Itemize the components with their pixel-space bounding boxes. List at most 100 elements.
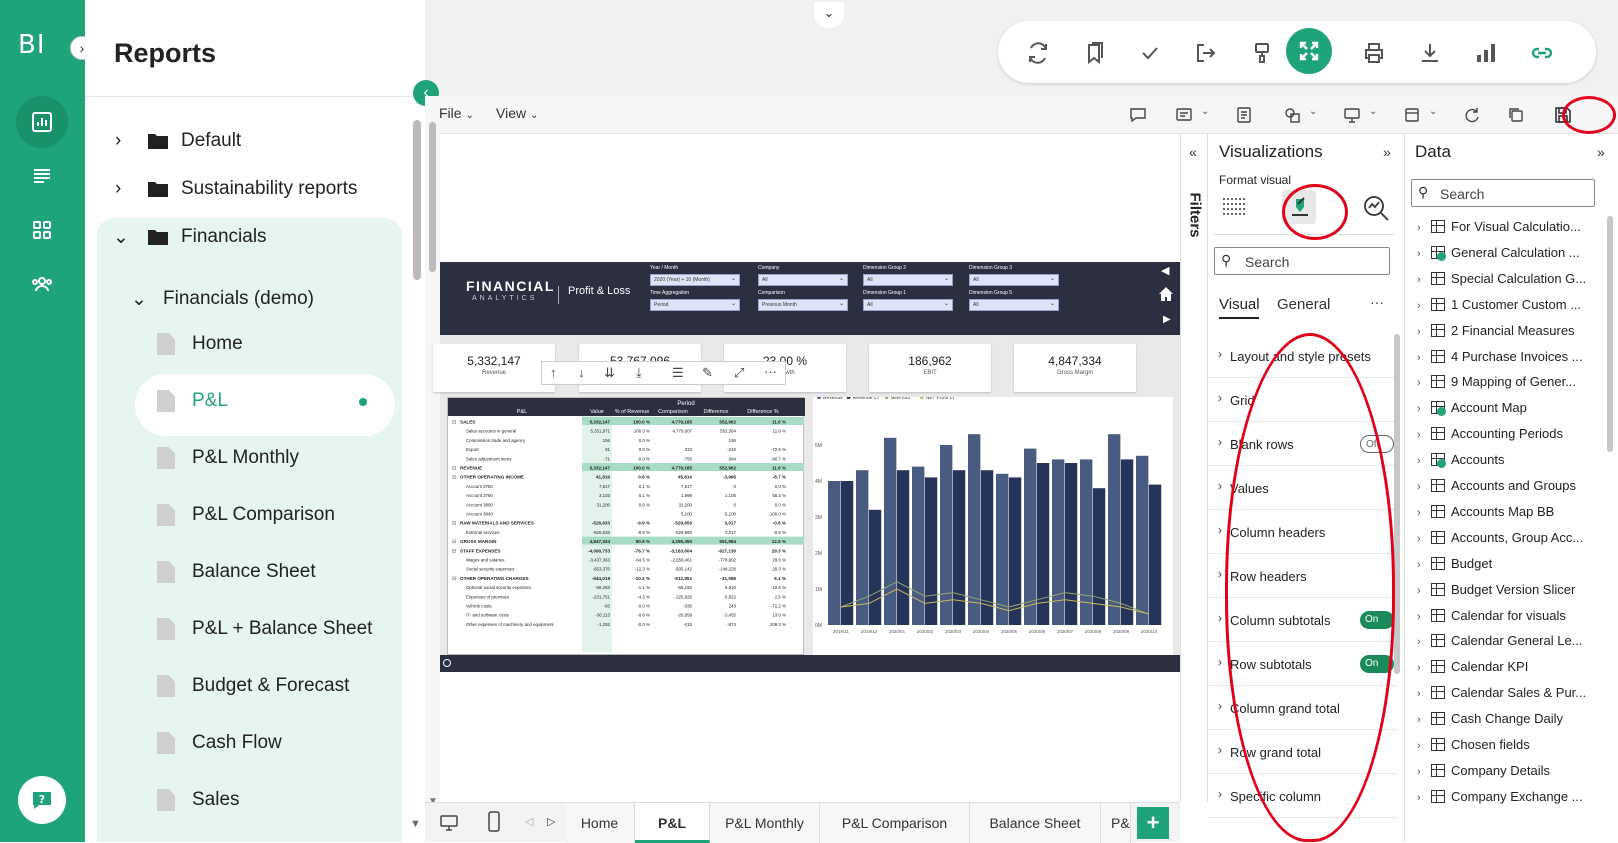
arrow-up-icon[interactable]: ↑ <box>550 365 557 380</box>
data-table-item[interactable]: › Accounts and Groups <box>1417 478 1576 493</box>
bar[interactable] <box>868 509 882 625</box>
bar[interactable] <box>1024 448 1037 625</box>
canvas-scrollbar[interactable] <box>429 122 436 272</box>
collapse-header-button[interactable]: ⌄ <box>814 2 844 28</box>
data-table-item[interactable]: › Special Calculation G... <box>1417 271 1586 286</box>
data-table-item[interactable]: › Company Details <box>1417 763 1550 778</box>
more-options-icon[interactable]: ··· <box>1370 294 1384 310</box>
chevron-down-icon[interactable]: ⌄ <box>1309 106 1317 117</box>
tab-1[interactable]: P&L <box>635 803 710 843</box>
bar[interactable] <box>1136 455 1149 625</box>
expand-row-icon[interactable]: ⊟ <box>452 548 456 554</box>
expand-filters-icon[interactable]: « <box>1189 144 1197 160</box>
refresh-icon[interactable] <box>1018 33 1058 73</box>
tab-general[interactable]: General <box>1277 296 1330 313</box>
desktop-layout-icon[interactable] <box>439 813 459 833</box>
duplicate-icon[interactable] <box>1507 106 1525 124</box>
bar[interactable] <box>952 470 966 625</box>
tab-visual[interactable]: Visual <box>1219 296 1260 313</box>
chevron-down-icon[interactable]: ⌄ <box>1369 106 1377 117</box>
data-table-item[interactable]: › Accounts Map BB <box>1417 504 1554 519</box>
list-nav-icon[interactable] <box>16 150 68 202</box>
table-column-header[interactable]: Difference % <box>747 409 778 415</box>
page-item[interactable]: P&L Comparison <box>157 504 407 532</box>
data-table-item[interactable]: › Calendar for visuals <box>1417 608 1566 623</box>
expand-row-icon[interactable]: ⊟ <box>452 521 456 527</box>
download-icon[interactable] <box>1410 33 1450 73</box>
page-item[interactable]: P&L + Balance Sheet <box>157 618 407 646</box>
table-column-header[interactable]: Value <box>590 409 604 415</box>
tab-4[interactable]: Balance Sheet <box>970 803 1101 843</box>
data-table-item[interactable]: › Accounts <box>1417 452 1504 469</box>
shapes-icon[interactable] <box>1283 106 1301 124</box>
bar[interactable] <box>896 470 910 625</box>
data-table-item[interactable]: › Budget <box>1417 556 1492 571</box>
expand-row-icon[interactable]: ⊟ <box>452 576 456 582</box>
data-table-item[interactable]: › Calendar KPI <box>1417 659 1528 674</box>
bar[interactable] <box>1120 459 1134 625</box>
page-item[interactable]: Budget & Forecast <box>157 675 407 703</box>
notes-icon[interactable] <box>1235 106 1253 124</box>
tab-3[interactable]: P&L Comparison <box>820 803 970 843</box>
bar[interactable] <box>1036 463 1050 625</box>
expand-all-icon[interactable]: ⇊ <box>604 365 615 381</box>
data-scrollbar[interactable] <box>1607 216 1613 452</box>
view-menu[interactable]: View ⌄ <box>496 105 538 121</box>
legend-entry[interactable]: Revenue <box>823 395 843 401</box>
teams-icon[interactable] <box>1175 106 1193 124</box>
next-tab-icon[interactable]: ▷ <box>547 815 555 828</box>
bar[interactable] <box>968 434 981 625</box>
slicer-dropdown[interactable]: All ⌄ <box>863 299 953 311</box>
expand-row-icon[interactable]: ⊟ <box>452 539 456 545</box>
slicer-dropdown[interactable]: All ⌄ <box>969 274 1059 286</box>
format-painter-icon[interactable] <box>1242 33 1282 73</box>
tab-2[interactable]: P&L Monthly <box>710 803 820 843</box>
viz-scrollbar[interactable] <box>1394 334 1400 674</box>
collapse-pane-icon[interactable]: » <box>1383 144 1391 160</box>
print-icon[interactable] <box>1354 33 1394 73</box>
page-item[interactable]: P&L <box>157 390 407 418</box>
page-item[interactable]: Cash Flow <box>157 732 407 760</box>
next-triangle-icon[interactable]: ▶ <box>1163 314 1171 325</box>
bookmark-icon[interactable] <box>1074 33 1114 73</box>
apps-grid-icon[interactable] <box>16 204 68 256</box>
format-icon[interactable]: ✎ <box>702 365 713 381</box>
legend-entry[interactable]: NeT Profit LY <box>926 395 956 401</box>
data-search-input[interactable]: ⚲ Search <box>1411 179 1595 207</box>
tab-0[interactable]: Home <box>565 803 635 843</box>
window-icon[interactable] <box>1403 106 1421 124</box>
collapse-triangle-icon[interactable]: ◀ <box>1161 264 1169 277</box>
data-table-item[interactable]: › Budget Version Slicer <box>1417 582 1575 597</box>
scroll-down-icon[interactable]: ▼ <box>410 818 421 830</box>
prev-tab-icon[interactable]: ◁ <box>525 815 533 828</box>
mobile-layout-icon[interactable] <box>487 811 501 833</box>
slicer-dropdown[interactable]: All ⌄ <box>863 274 953 286</box>
help-chat-button[interactable]: ? <box>18 776 66 824</box>
data-table-item[interactable]: › Calendar General Le... <box>1417 633 1583 648</box>
data-table-item[interactable]: › Account Map <box>1417 400 1527 417</box>
tab-5[interactable]: P&L <box>1101 803 1131 843</box>
page-item[interactable]: Home <box>157 333 407 361</box>
bar[interactable] <box>996 473 1009 625</box>
slicer-dropdown[interactable]: Previous Month ⌄ <box>758 299 848 311</box>
page-item[interactable]: P&L Monthly <box>157 447 407 475</box>
reload-icon[interactable] <box>1463 106 1481 124</box>
expand-row-icon[interactable]: ⊟ <box>452 475 456 481</box>
fullscreen-button[interactable] <box>1286 28 1332 74</box>
data-table-item[interactable]: › Chosen fields <box>1417 737 1530 752</box>
bar-chart-icon[interactable] <box>1466 33 1506 73</box>
bar[interactable] <box>1008 477 1022 625</box>
legend-entry[interactable]: NetProfit <box>891 395 911 401</box>
focus-mode-icon[interactable]: ⤢ <box>734 365 744 381</box>
chevron-down-icon[interactable]: ⌄ <box>1429 106 1437 117</box>
data-table-item[interactable]: › 4 Purchase Invoices ... <box>1417 349 1583 364</box>
page-item[interactable]: Balance Sheet <box>157 561 407 589</box>
table-column-header[interactable]: Difference <box>704 409 729 415</box>
pnl-matrix-table[interactable]: Period P&L Value % of Revenue Comparison Diff… <box>447 397 805 655</box>
bar[interactable] <box>1148 484 1162 625</box>
filters-pane-collapsed[interactable]: « Filters <box>1180 134 1208 802</box>
more-options-icon[interactable]: ··· <box>764 364 777 379</box>
table-column-header[interactable]: % of Revenue <box>615 409 650 415</box>
data-table-item[interactable]: › For Visual Calculatio... <box>1417 219 1581 234</box>
page-item[interactable]: Sales <box>157 789 407 817</box>
